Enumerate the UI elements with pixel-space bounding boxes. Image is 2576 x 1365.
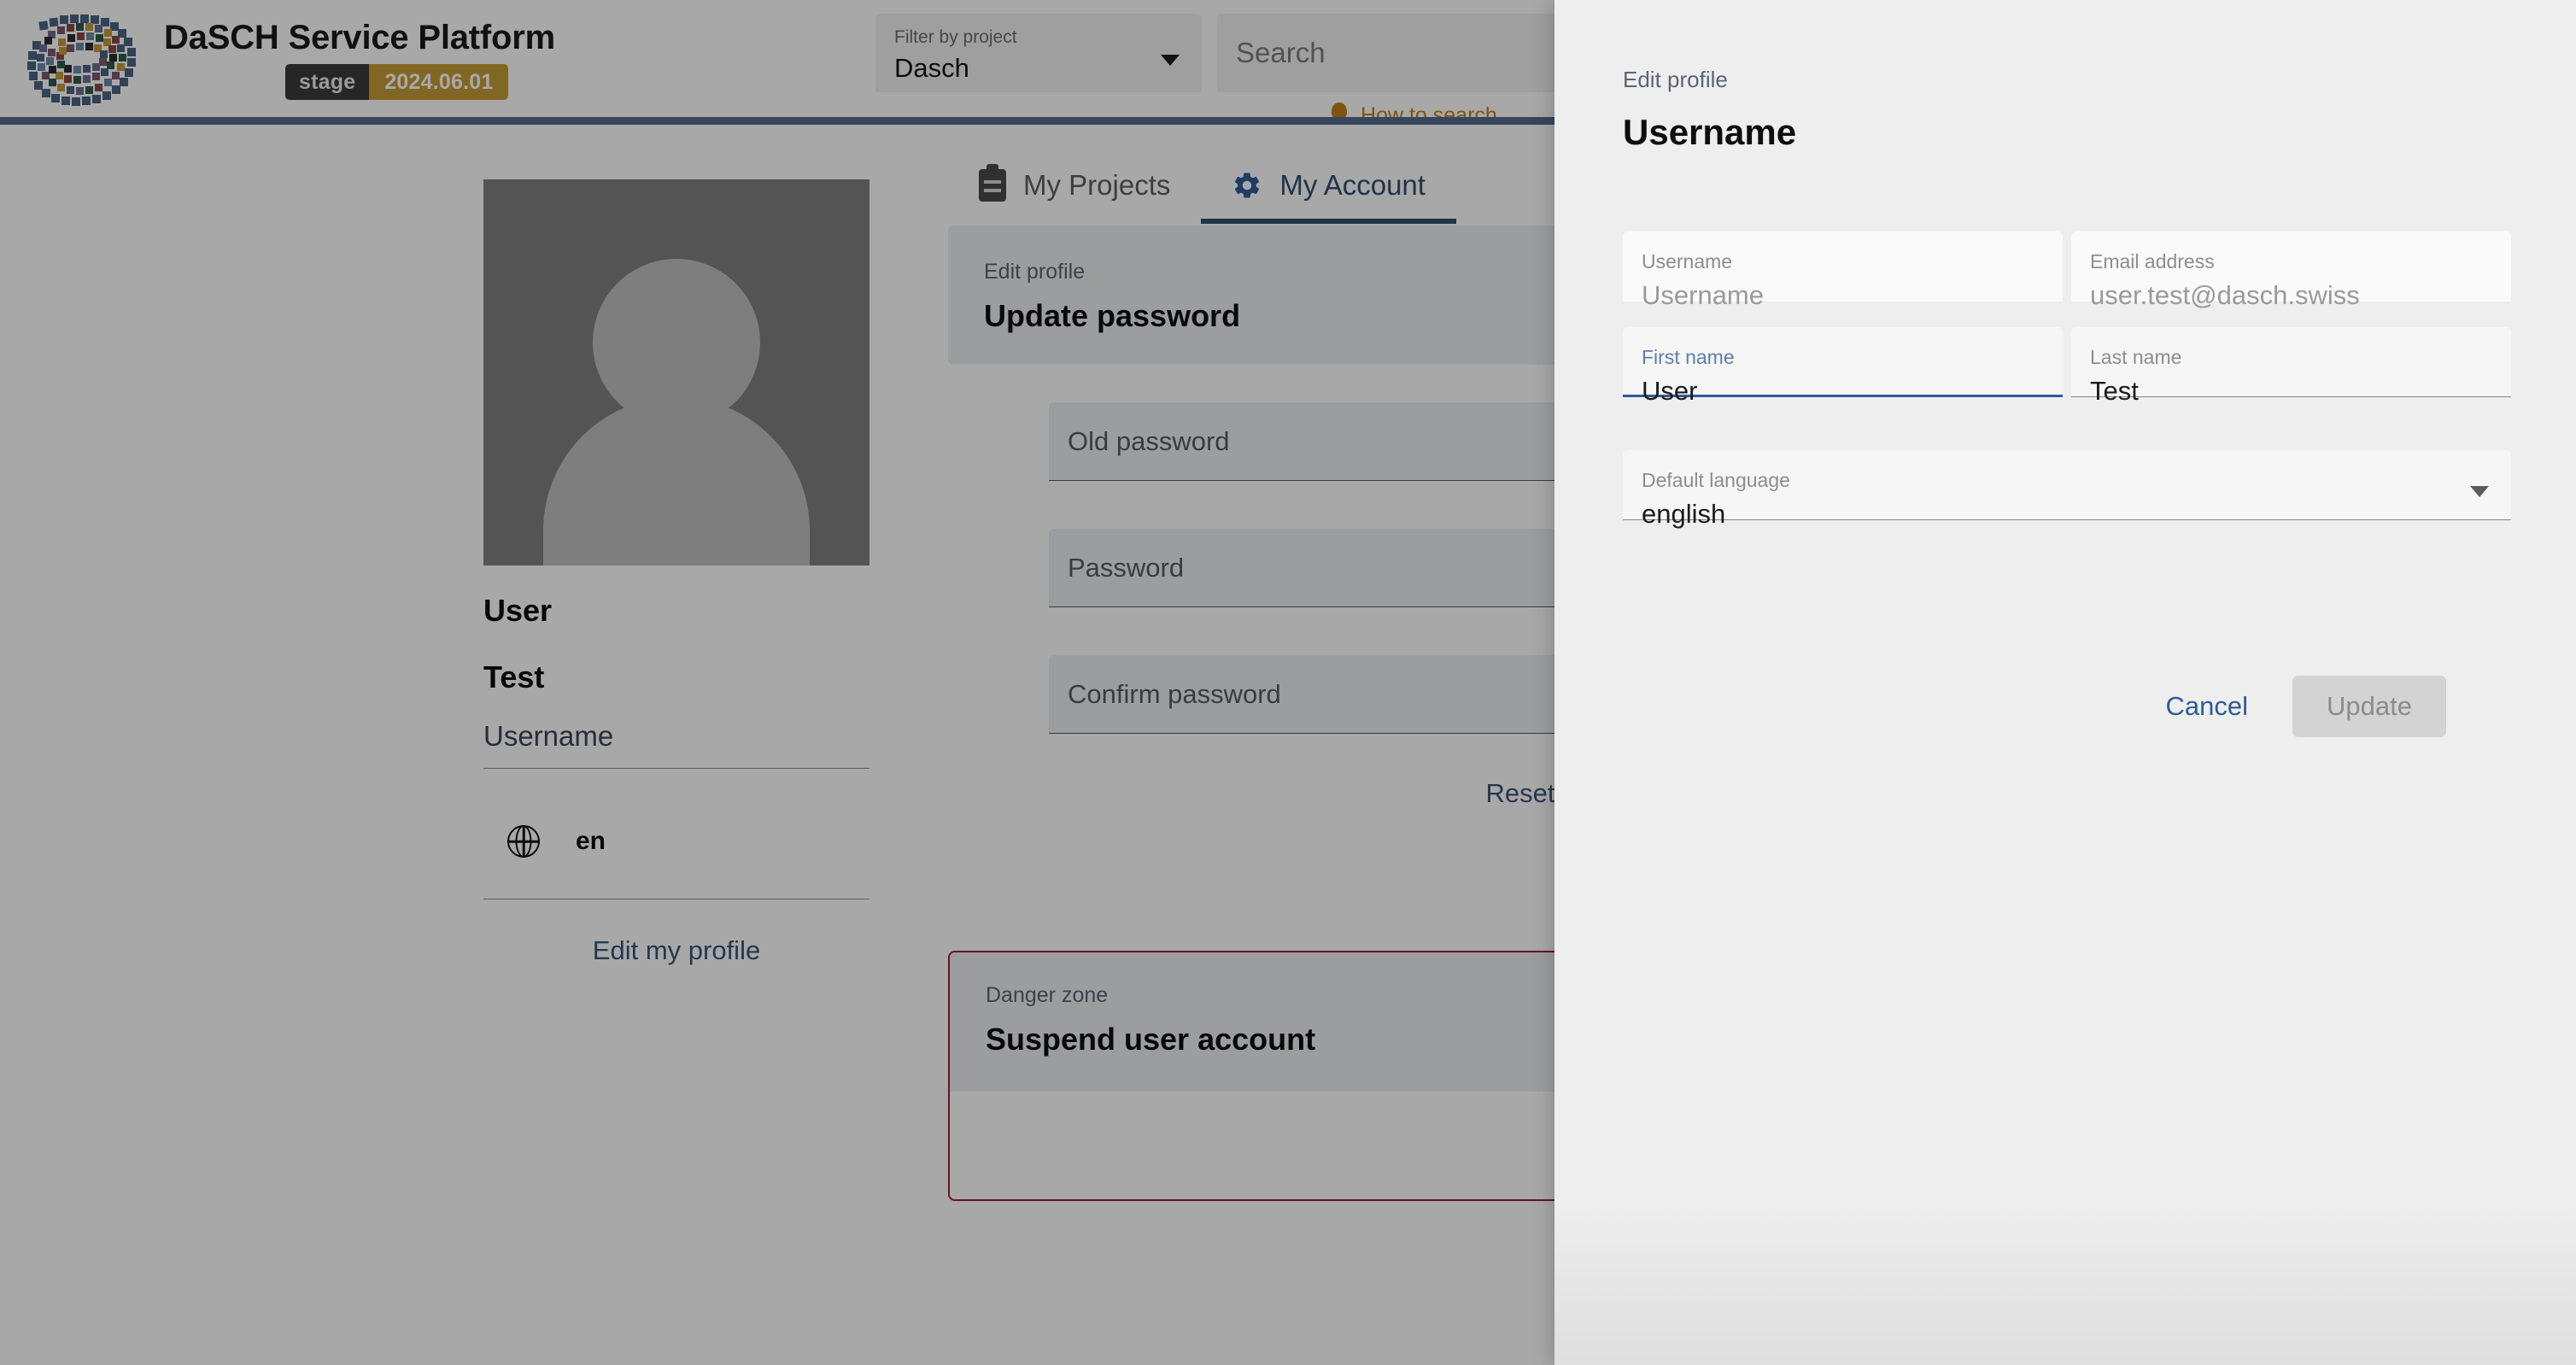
first-name-field[interactable]: First name User	[1623, 327, 2063, 397]
dialog-eyebrow: Edit profile	[1623, 67, 2576, 93]
app-root: DaSCH Service Platform stage 2024.06.01 …	[0, 0, 2576, 1365]
form-row-name: First name User Last name Test	[1623, 327, 2511, 397]
last-name-field-label: Last name	[2090, 346, 2492, 370]
username-field-label: Username	[1642, 250, 2044, 274]
email-field[interactable]: Email address user.test@dasch.swiss	[2071, 231, 2511, 302]
email-field-value: user.test@dasch.swiss	[2090, 278, 2492, 313]
email-field-label: Email address	[2090, 250, 2492, 274]
dialog-form: Username Username Email address user.tes…	[1554, 153, 2576, 737]
dialog-actions: Cancel Update	[1623, 520, 2511, 737]
dialog-title: Username	[1623, 112, 2576, 153]
default-language-label: Default language	[1642, 469, 2492, 493]
chevron-down-icon	[2470, 486, 2489, 497]
dialog-header: Edit profile Username	[1554, 0, 2576, 153]
first-name-field-value: User	[1642, 373, 2044, 409]
form-row-identity: Username Username Email address user.tes…	[1623, 231, 2511, 302]
username-field-value: Username	[1642, 278, 2044, 313]
form-row-language: Default language english	[1623, 450, 2511, 520]
default-language-value: english	[1642, 496, 2492, 532]
username-field[interactable]: Username Username	[1623, 231, 2063, 302]
last-name-field[interactable]: Last name Test	[2071, 327, 2511, 397]
update-button[interactable]: Update	[2292, 676, 2446, 737]
edit-profile-dialog: Edit profile Username Username Username …	[1554, 0, 2576, 1365]
first-name-field-label: First name	[1642, 346, 2044, 370]
default-language-select[interactable]: Default language english	[1623, 450, 2511, 520]
last-name-field-value: Test	[2090, 373, 2492, 409]
cancel-button[interactable]: Cancel	[2147, 677, 2268, 735]
